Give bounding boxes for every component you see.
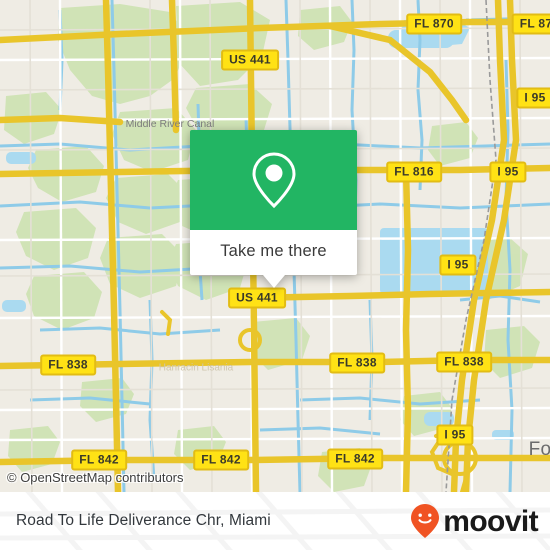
map-pin-icon <box>251 152 296 209</box>
map-text-label: Fo <box>528 439 550 460</box>
road-shield: FL 870 <box>406 13 462 35</box>
road-shield: FL 842 <box>193 449 249 471</box>
road-shield: US 441 <box>221 49 279 71</box>
road-shield: I 95 <box>516 87 550 109</box>
road-shield: FL 87 <box>511 13 550 35</box>
place-title: Road To Life Deliverance Chr, Miami <box>16 512 271 529</box>
popup-body[interactable]: Take me there <box>190 230 357 275</box>
road-shield: I 95 <box>436 424 474 446</box>
take-me-there-label: Take me there <box>220 242 327 260</box>
map-screenshot: FL 870 FL 87 US 441 I 95 FL 816 I 95 I 95 US 44… <box>0 0 550 550</box>
road-shield: FL 842 <box>327 448 383 470</box>
road-shield: US 441 <box>228 287 286 309</box>
road-shield: FL 838 <box>436 351 492 373</box>
road-shield: I 95 <box>439 254 477 276</box>
moovit-wordmark: moovit <box>443 505 538 538</box>
popup-tail-pointer <box>262 275 285 288</box>
footer-bar: Road To Life Deliverance Chr, Miami moov… <box>0 492 550 550</box>
popup-header <box>190 130 357 230</box>
road-shield: FL 838 <box>40 354 96 376</box>
moovit-smiley-pin-icon <box>411 504 440 538</box>
moovit-logo[interactable]: moovit <box>410 503 539 539</box>
road-shield: FL 838 <box>329 352 385 374</box>
map-canvas[interactable]: FL 870 FL 87 US 441 I 95 FL 816 I 95 I 95 US 44… <box>0 0 550 492</box>
road-shield: I 95 <box>489 161 527 183</box>
map-text-label: Hanracin Lisania <box>158 362 234 374</box>
road-shield: FL 842 <box>71 449 127 471</box>
place-popup-card[interactable]: Take me there <box>190 130 357 288</box>
osm-attribution[interactable]: © OpenStreetMap contributors <box>7 470 184 485</box>
road-shield: FL 816 <box>386 161 442 183</box>
map-text-label: Middle River Canal <box>125 118 215 130</box>
